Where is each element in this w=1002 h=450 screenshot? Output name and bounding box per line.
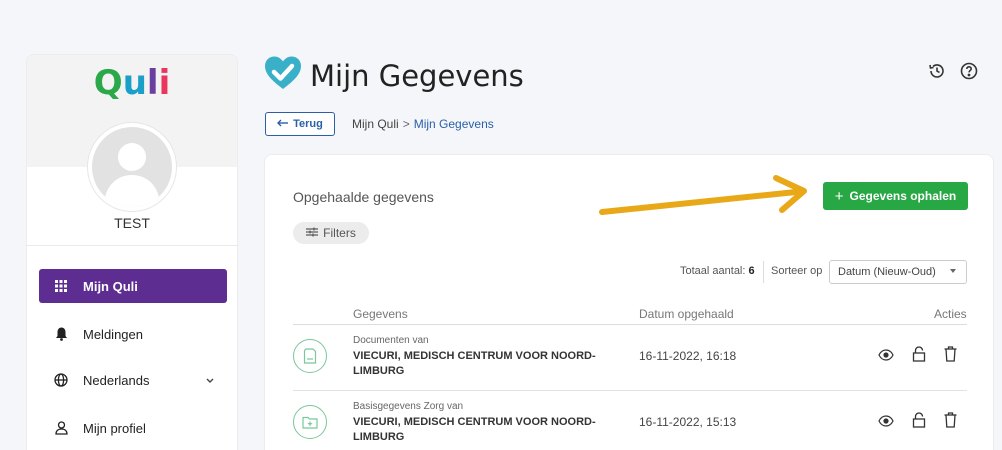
history-icon[interactable] — [928, 62, 946, 85]
row-title: VIECURI, MEDISCH CENTRUM VOOR NOORD-LIMB… — [353, 350, 596, 377]
filters-button[interactable]: Filters — [293, 222, 369, 244]
user-icon — [53, 420, 69, 436]
row-subtitle: Basisgegevens Zorg van — [353, 401, 464, 412]
sidebar-item-meldingen[interactable]: Meldingen — [39, 317, 227, 351]
table-row[interactable]: Basisgegevens Zorg van VIECURI, MEDISCH … — [293, 391, 967, 450]
header-actions — [928, 62, 978, 85]
total-count: Totaal aantal: 6 — [680, 265, 755, 277]
username: TEST — [114, 215, 150, 231]
row-subtitle: Documenten van — [353, 335, 429, 346]
heart-check-icon — [264, 56, 302, 95]
breadcrumb-separator: > — [402, 117, 410, 131]
page-header: Mijn Gegevens — [264, 56, 524, 95]
quli-logo[interactable]: Quli — [27, 63, 237, 103]
trash-icon[interactable] — [944, 346, 957, 367]
sidebar-item-label: Mijn profiel — [83, 420, 146, 436]
filters-label: Filters — [323, 226, 356, 240]
sidebar-item-label: Meldingen — [83, 326, 143, 342]
breadcrumb-root[interactable]: Mijn Quli — [352, 117, 399, 131]
sidebar-divider — [27, 245, 237, 246]
chevron-down-icon[interactable] — [205, 373, 215, 388]
table-row[interactable]: Documenten van VIECURI, MEDISCH CENTRUM … — [293, 325, 967, 391]
annotation-arrow — [598, 170, 818, 225]
sidebar-item-mijn-quli[interactable]: Mijn Quli — [39, 269, 227, 303]
sidebar: Quli TEST Mijn Quli Meldingen Nederlands… — [26, 54, 238, 450]
row-actions — [878, 412, 957, 433]
column-header-datum: Datum opgehaald — [639, 307, 734, 321]
avatar — [88, 123, 176, 211]
sidebar-item-nederlands[interactable]: Nederlands — [39, 363, 227, 397]
trash-icon[interactable] — [944, 412, 957, 433]
eye-icon[interactable] — [878, 348, 894, 366]
sort-select-value: Datum (Nieuw-Oud) — [838, 266, 936, 278]
eye-icon[interactable] — [878, 414, 894, 432]
row-date: 16-11-2022, 15:13 — [639, 415, 737, 429]
fetch-data-button[interactable]: + Gegevens ophalen — [823, 182, 968, 210]
row-actions — [878, 346, 957, 367]
sidebar-item-mijn-profiel[interactable]: Mijn profiel — [39, 411, 227, 445]
arrow-left-icon — [277, 118, 289, 130]
medical-folder-icon — [293, 405, 327, 439]
column-header-gegevens: Gegevens — [353, 307, 408, 321]
sidebar-item-label: Mijn Quli — [83, 278, 138, 294]
breadcrumb-current[interactable]: Mijn Gegevens — [414, 117, 494, 131]
back-button-label: Terug — [293, 118, 323, 130]
divider — [763, 261, 764, 283]
column-header-acties: Acties — [934, 307, 967, 321]
breadcrumb: Mijn Quli > Mijn Gegevens — [352, 117, 494, 131]
page-title: Mijn Gegevens — [310, 58, 524, 93]
help-icon[interactable] — [960, 62, 978, 85]
lock-icon[interactable] — [912, 346, 926, 367]
card-title: Opgehaalde gegevens — [293, 189, 434, 205]
sliders-icon — [306, 226, 319, 240]
row-title: VIECURI, MEDISCH CENTRUM VOOR NOORD-LIMB… — [353, 416, 596, 443]
sort-select[interactable]: Datum (Nieuw-Oud) — [829, 260, 967, 284]
sidebar-item-label: Nederlands — [83, 372, 150, 388]
sort-label: Sorteer op — [771, 265, 823, 277]
document-icon — [293, 339, 327, 373]
plus-icon: + — [834, 187, 844, 205]
bell-icon — [53, 326, 69, 342]
grid-icon — [53, 278, 69, 294]
caret-down-icon — [950, 269, 956, 273]
back-button[interactable]: Terug — [265, 112, 335, 136]
row-date: 16-11-2022, 16:18 — [639, 349, 737, 363]
lock-icon[interactable] — [912, 412, 926, 433]
fetch-data-label: Gegevens ophalen — [849, 189, 957, 203]
globe-icon — [53, 372, 69, 388]
